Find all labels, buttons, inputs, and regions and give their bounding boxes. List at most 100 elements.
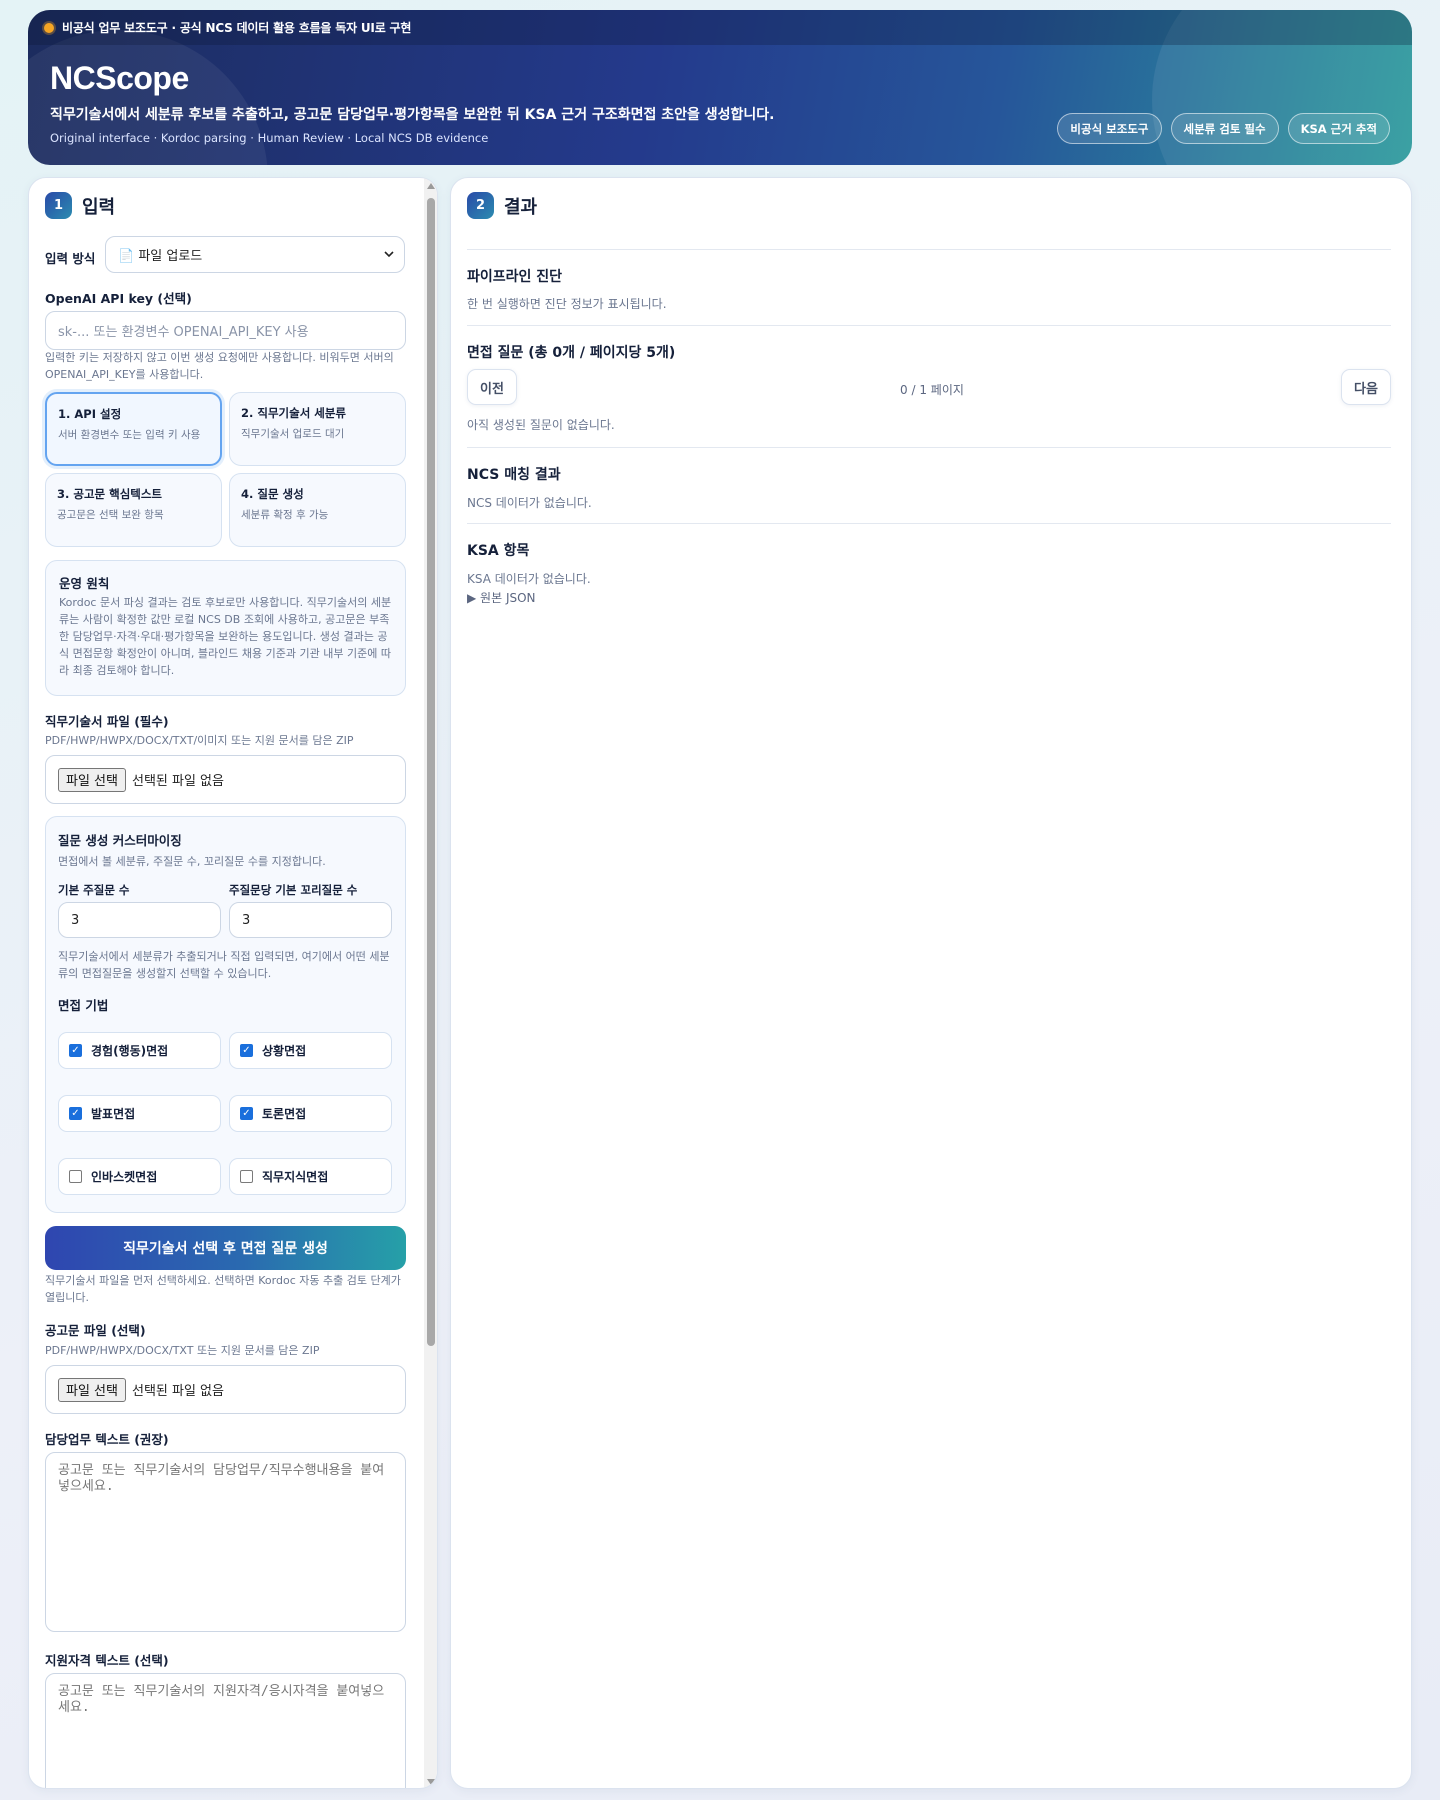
method-knowledge-checkbox[interactable]: 직무지식면접 <box>229 1158 392 1195</box>
ncs-text: NCS 데이터가 없습니다. <box>467 496 592 510</box>
scroll-down-icon[interactable] <box>427 1779 435 1785</box>
method-inbasket-checkbox[interactable]: 인바스켓면접 <box>58 1158 221 1195</box>
badge-review: 세분류 검토 필수 <box>1170 113 1279 144</box>
follow-question-label: 주질문당 기본 꼬리질문 수 <box>229 883 358 897</box>
jd-file-label: 직무기술서 파일 (필수) <box>45 714 169 729</box>
hero-header: 비공식 업무 보조도구 · 공식 NCS 데이터 활용 흐름을 독자 UI로 구… <box>28 10 1412 165</box>
generate-help: 직무기술서 파일을 먼저 선택하세요. 선택하면 Kordoc 자동 추출 검토… <box>45 1274 401 1304</box>
step-desc: 공고문은 선택 보완 항목 <box>57 509 164 521</box>
section-title: 입력 <box>82 196 116 218</box>
method-situational-checkbox[interactable]: ✓ 상황면접 <box>229 1032 392 1069</box>
step-desc: 세분류 확정 후 가능 <box>241 509 329 521</box>
step-title: 4. 질문 생성 <box>241 487 304 501</box>
customize-box: 질문 생성 커스터마이징 면접에서 볼 세분류, 주질문 수, 꼬리질문 수를 … <box>45 816 406 1213</box>
result-section-header: 2 결과 <box>467 192 537 219</box>
chevron-down-icon <box>384 251 394 258</box>
app-subtitle: 직무기술서에서 세분류 후보를 추출하고, 공고문 담당업무·평가항목을 보완한… <box>50 107 775 123</box>
duty-text-label: 담당업무 텍스트 (권장) <box>45 1432 169 1447</box>
checkbox-unchecked-icon <box>240 1170 253 1183</box>
qualification-textarea[interactable] <box>45 1673 406 1788</box>
method-label: 경험(행동)면접 <box>91 1044 169 1058</box>
divider <box>467 447 1391 448</box>
scroll-up-icon[interactable] <box>427 183 435 189</box>
input-mode-value: 📄 파일 업로드 <box>118 249 203 264</box>
customize-note: 직무기술서에서 세분류가 추출되거나 직접 입력되면, 여기에서 어떤 세분류의… <box>58 950 390 980</box>
checkbox-unchecked-icon <box>69 1170 82 1183</box>
step-number: 1 <box>45 192 72 219</box>
duty-textarea[interactable] <box>45 1452 406 1632</box>
badge-unofficial: 비공식 보조도구 <box>1057 113 1162 144</box>
app-title: NCScope <box>50 60 189 96</box>
input-mode-select[interactable]: 📄 파일 업로드 <box>105 236 405 273</box>
method-label: 직무지식면접 <box>262 1170 329 1184</box>
checkbox-checked-icon: ✓ <box>240 1107 253 1120</box>
api-key-label: OpenAI API key (선택) <box>45 291 192 306</box>
badge-group: 비공식 보조도구 세분류 검토 필수 KSA 근거 추적 <box>1057 113 1390 144</box>
status-dot-icon <box>44 22 54 33</box>
input-section-header: 1 입력 <box>45 192 115 219</box>
step-number: 2 <box>467 192 494 219</box>
api-key-help: 입력한 키는 저장하지 않고 이번 생성 요청에만 사용합니다. 비워두면 서버… <box>45 351 394 381</box>
next-page-button[interactable]: 다음 <box>1341 369 1391 405</box>
method-label: 토론면접 <box>262 1107 307 1121</box>
diagnostics-title: 파이프라인 진단 <box>467 269 563 285</box>
step-title: 3. 공고문 핵심텍스트 <box>57 487 163 501</box>
method-discussion-checkbox[interactable]: ✓ 토론면접 <box>229 1095 392 1132</box>
raw-json-toggle[interactable]: ▶ 원본 JSON <box>467 589 536 606</box>
checkbox-checked-icon: ✓ <box>69 1107 82 1120</box>
no-questions-text: 아직 생성된 질문이 없습니다. <box>467 418 615 432</box>
api-key-input[interactable]: sk-... 또는 환경변수 OPENAI_API_KEY 사용 <box>45 311 406 350</box>
step-desc: 서버 환경변수 또는 입력 키 사용 <box>58 429 201 441</box>
qualification-text-label: 지원자격 텍스트 (선택) <box>45 1653 169 1668</box>
step-desc: 직무기술서 업로드 대기 <box>241 428 345 440</box>
checkbox-checked-icon: ✓ <box>240 1044 253 1057</box>
method-label: 상황면접 <box>262 1044 307 1058</box>
method-behavioral-checkbox[interactable]: ✓ 경험(행동)면접 <box>58 1032 221 1069</box>
divider <box>467 325 1391 326</box>
principle-box: 운영 원칙 Kordoc 문서 파싱 결과는 검토 후보로만 사용합니다. 직무… <box>45 560 406 696</box>
questions-title: 면접 질문 (총 0개 / 페이지당 5개) <box>467 345 676 361</box>
notice-file-input[interactable]: 파일 선택 선택된 파일 없음 <box>45 1365 406 1414</box>
left-panel-scrollbar[interactable] <box>424 178 437 1788</box>
notice-file-status: 선택된 파일 없음 <box>131 1384 224 1399</box>
principle-text: Kordoc 문서 파싱 결과는 검토 후보로만 사용합니다. 직무기술서의 세… <box>59 596 392 677</box>
divider <box>467 249 1391 250</box>
follow-question-input[interactable]: 3 <box>229 902 392 938</box>
ksa-title: KSA 항목 <box>467 543 530 559</box>
result-panel: 2 결과 파이프라인 진단 한 번 실행하면 진단 정보가 표시됩니다. 면접 … <box>450 177 1412 1789</box>
customize-help: 면접에서 볼 세분류, 주질문 수, 꼬리질문 수를 지정합니다. <box>58 855 326 868</box>
notice-text: 비공식 업무 보조도구 · 공식 NCS 데이터 활용 흐름을 독자 UI로 구… <box>62 21 412 35</box>
main-question-input[interactable]: 3 <box>58 902 221 938</box>
generate-questions-button[interactable]: 직무기술서 선택 후 면접 질문 생성 <box>45 1226 406 1270</box>
notice-file-help: PDF/HWP/HWPX/DOCX/TXT 또는 지원 문서를 담은 ZIP <box>45 1344 320 1357</box>
main-question-label: 기본 주질문 수 <box>58 883 130 897</box>
step-card-notice[interactable]: 3. 공고문 핵심텍스트 공고문은 선택 보완 항목 <box>45 473 222 547</box>
step-title: 2. 직무기술서 세분류 <box>241 406 347 420</box>
customize-title: 질문 생성 커스터마이징 <box>58 833 182 848</box>
divider <box>467 523 1391 524</box>
ksa-text: KSA 데이터가 없습니다. <box>467 572 591 586</box>
section-title: 결과 <box>504 196 538 218</box>
step-title: 1. API 설정 <box>58 407 122 421</box>
diagnostics-text: 한 번 실행하면 진단 정보가 표시됩니다. <box>467 297 667 311</box>
method-presentation-checkbox[interactable]: ✓ 발표면접 <box>58 1095 221 1132</box>
method-label: 발표면접 <box>91 1107 136 1121</box>
page-info: 0 / 1 페이지 <box>900 383 964 397</box>
methods-title: 면접 기법 <box>58 998 109 1013</box>
input-panel[interactable]: 1 입력 입력 방식 📄 파일 업로드 OpenAI API key (선택) … <box>28 177 438 1789</box>
checkbox-checked-icon: ✓ <box>69 1044 82 1057</box>
notice-file-button[interactable]: 파일 선택 <box>58 1377 126 1402</box>
step-card-jd[interactable]: 2. 직무기술서 세분류 직무기술서 업로드 대기 <box>229 392 406 466</box>
step-card-generate[interactable]: 4. 질문 생성 세분류 확정 후 가능 <box>229 473 406 547</box>
ncs-title: NCS 매칭 결과 <box>467 467 561 483</box>
jd-file-button[interactable]: 파일 선택 <box>58 767 126 792</box>
notice-bar: 비공식 업무 보조도구 · 공식 NCS 데이터 활용 흐름을 독자 UI로 구… <box>28 10 1412 45</box>
jd-file-input[interactable]: 파일 선택 선택된 파일 없음 <box>45 755 406 804</box>
method-label: 인바스켓면접 <box>91 1170 158 1184</box>
principle-title: 운영 원칙 <box>59 576 110 591</box>
jd-file-status: 선택된 파일 없음 <box>131 774 224 789</box>
scroll-thumb[interactable] <box>427 198 435 1346</box>
input-mode-label: 입력 방식 <box>45 251 96 266</box>
step-card-api[interactable]: 1. API 설정 서버 환경변수 또는 입력 키 사용 <box>45 392 222 466</box>
notice-file-label: 공고문 파일 (선택) <box>45 1323 146 1338</box>
